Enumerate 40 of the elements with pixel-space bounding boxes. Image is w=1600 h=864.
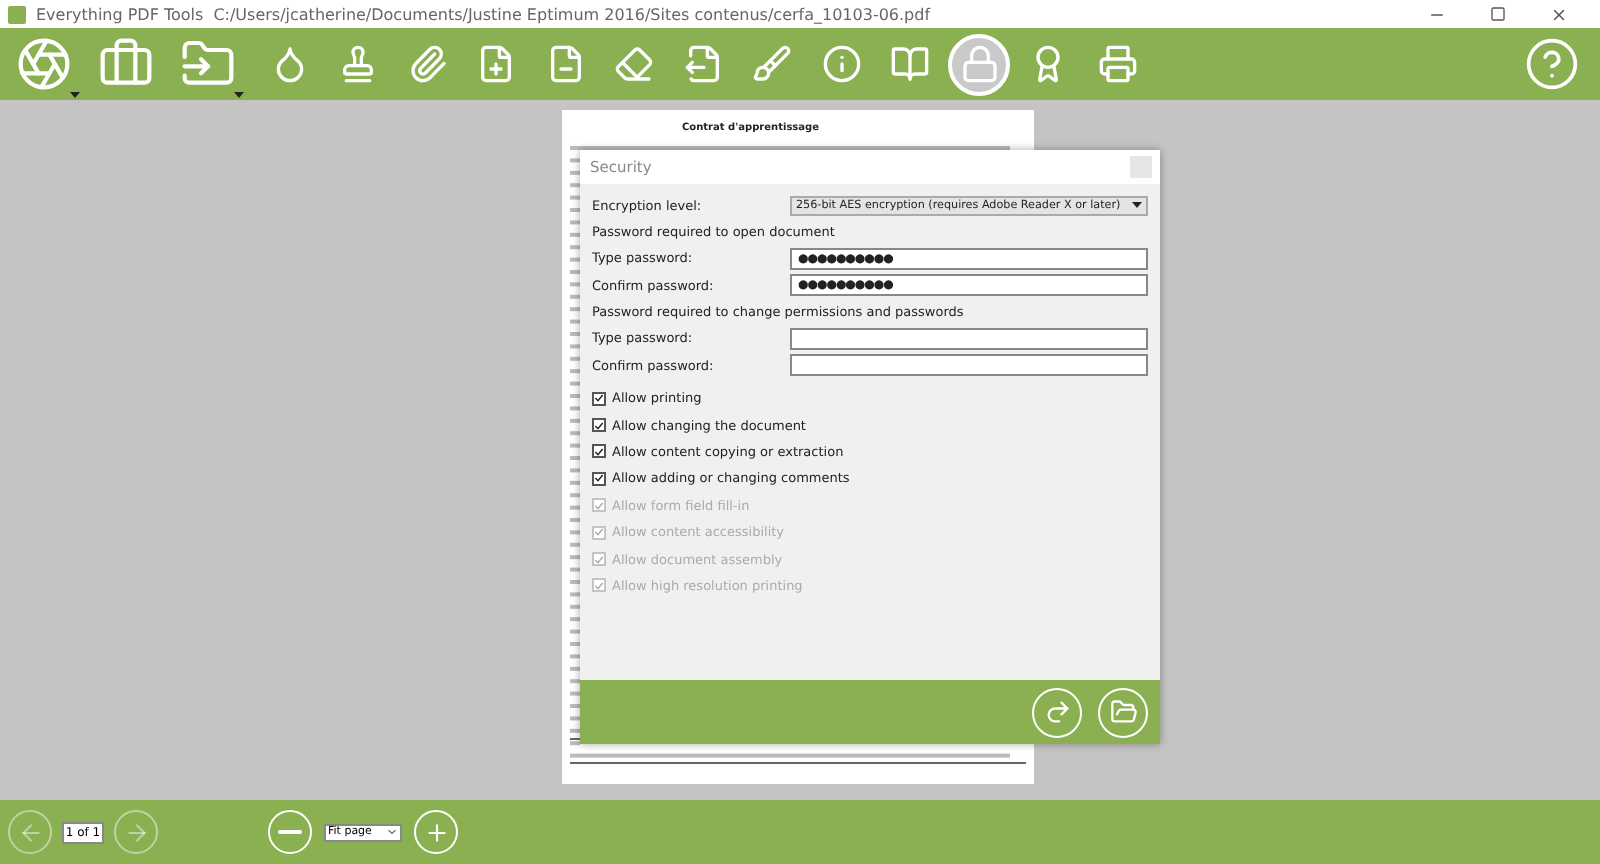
file-path: C:/Users/jcatherine/Documents/Justine Eptimum 2016/Sites contenus/cerfa_10103-06.pdf xyxy=(213,5,931,23)
app-icon xyxy=(8,5,26,23)
restore-icon[interactable] xyxy=(1490,5,1506,21)
caret-icon[interactable] xyxy=(234,91,244,99)
zoom-out-button[interactable] xyxy=(268,810,312,854)
caret-icon xyxy=(386,826,398,838)
help-button[interactable] xyxy=(1524,36,1580,92)
check-icon xyxy=(594,526,604,539)
file-minus-icon xyxy=(545,44,585,84)
curved-arrow-icon xyxy=(1043,698,1071,726)
right-arrow-icon xyxy=(123,819,149,845)
close-icon[interactable] xyxy=(1550,5,1568,23)
password-field[interactable] xyxy=(790,327,1148,350)
window-title: Everything PDF Tools xyxy=(36,5,204,23)
eraser-icon xyxy=(614,44,654,84)
check-icon xyxy=(594,392,604,405)
caret-icon xyxy=(1132,201,1142,210)
paperclip-icon xyxy=(407,44,447,84)
aperture-icon xyxy=(15,36,71,92)
stamp-icon xyxy=(338,44,378,84)
info-icon xyxy=(821,44,861,84)
left-arrow-icon xyxy=(17,819,43,845)
plus-icon xyxy=(423,819,449,845)
book-icon xyxy=(890,44,930,84)
check-icon xyxy=(594,472,604,485)
apply-button[interactable] xyxy=(1032,687,1082,737)
brush-icon xyxy=(752,44,792,84)
save-button[interactable] xyxy=(1098,687,1148,737)
padlock-icon xyxy=(959,44,999,84)
folder-icon xyxy=(1109,698,1137,726)
printer-icon xyxy=(1097,44,1137,84)
minus-icon xyxy=(278,830,302,834)
zoom-in-button[interactable] xyxy=(414,810,458,854)
help-icon xyxy=(1524,36,1580,92)
file-arrow-icon xyxy=(683,44,723,84)
password-field[interactable] xyxy=(790,354,1148,377)
file-plus-icon xyxy=(476,44,516,84)
toolbar-button[interactable] xyxy=(948,33,1010,95)
caret-icon[interactable] xyxy=(70,91,80,99)
check-icon xyxy=(594,499,604,512)
